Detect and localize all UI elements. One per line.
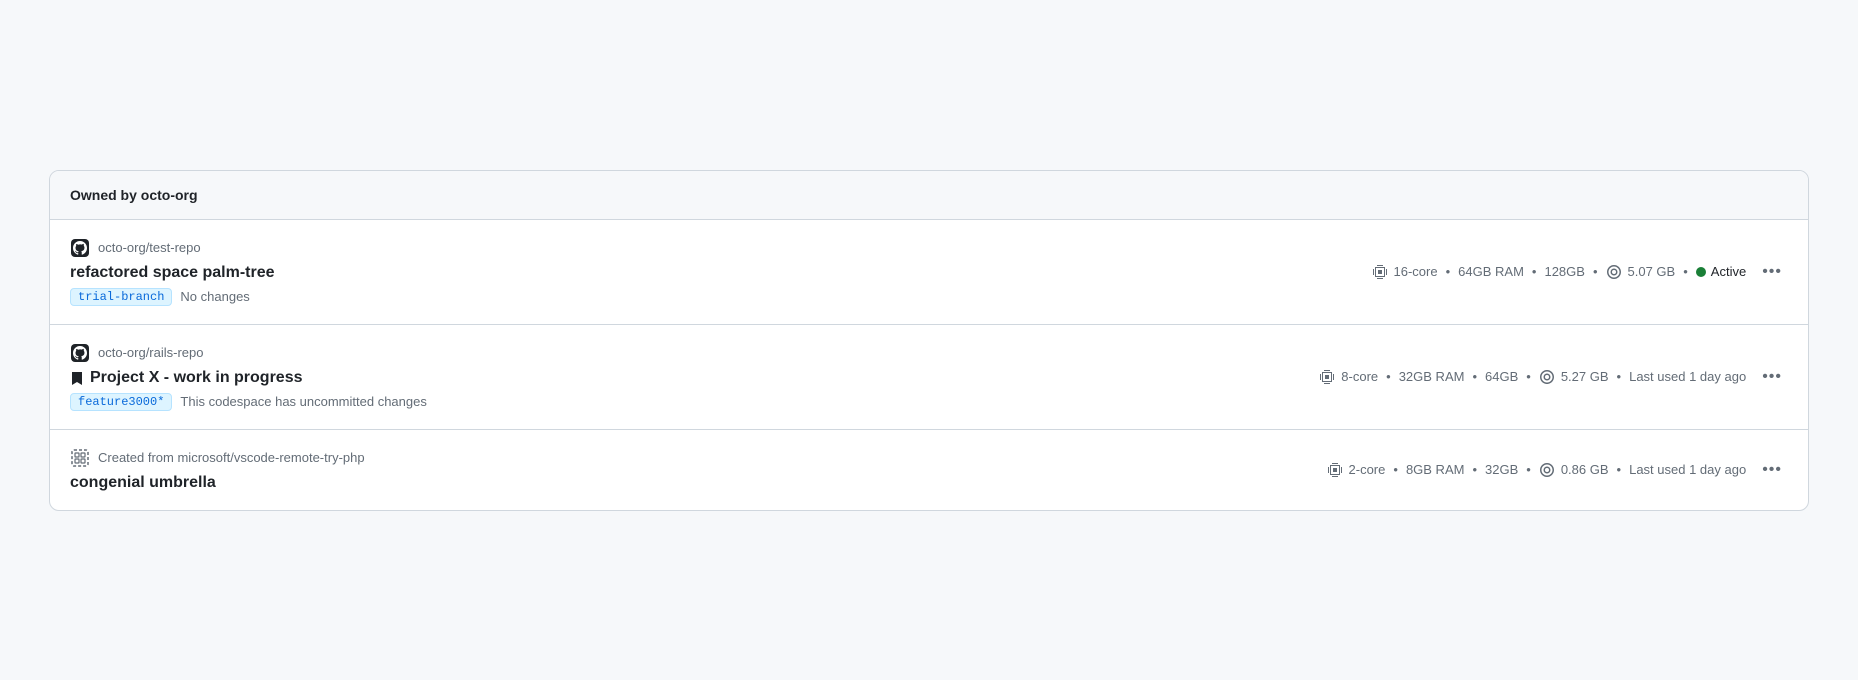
codespace-item-3: Created from microsoft/vscode-remote-try… (50, 430, 1808, 510)
status-dot-1 (1696, 267, 1706, 277)
branch-row-1: trial-branch No changes (70, 288, 1372, 306)
specs-2: 8-core • 32GB RAM • 64GB • 5.27 GB • Las… (1319, 369, 1746, 385)
disk-icon-3 (1539, 462, 1555, 478)
cpu-icon-3 (1327, 462, 1343, 478)
ram-value-3: 8GB RAM (1406, 462, 1465, 477)
repo-row-3: Created from microsoft/vscode-remote-try… (70, 448, 1327, 468)
branch-row-2: feature3000* This codespace has uncommit… (70, 393, 1319, 411)
codespaces-list: Owned by octo-org octo-org/test-repo ref… (49, 170, 1809, 511)
disk-value-3: 0.86 GB (1561, 462, 1609, 477)
last-used-3: Last used 1 day ago (1629, 462, 1746, 477)
bookmark-icon (70, 370, 84, 386)
item-right-1: 16-core • 64GB RAM • 128GB • 5.07 GB • A… (1372, 260, 1788, 284)
repo-row-2: octo-org/rails-repo (70, 343, 1319, 363)
cpu-value-3: 2-core (1349, 462, 1386, 477)
codespace-name-1: refactored space palm-tree (70, 264, 1372, 282)
item-left-1: octo-org/test-repo refactored space palm… (70, 238, 1372, 306)
branch-tag-1: trial-branch (70, 288, 172, 306)
status-label-1: Active (1711, 264, 1746, 279)
disk-icon-2 (1539, 369, 1555, 385)
item-left-2: octo-org/rails-repo Project X - work in … (70, 343, 1319, 411)
ram-value-2: 32GB RAM (1399, 369, 1465, 384)
item-right-2: 8-core • 32GB RAM • 64GB • 5.27 GB • Las… (1319, 365, 1788, 389)
codespace-name-2: Project X - work in progress (70, 369, 1319, 387)
branch-tag-2: feature3000* (70, 393, 172, 411)
storage-value-3: 32GB (1485, 462, 1518, 477)
github-icon (70, 238, 90, 258)
repo-path-3: Created from microsoft/vscode-remote-try… (98, 450, 365, 465)
more-button-1[interactable]: ••• (1756, 260, 1788, 284)
more-button-2[interactable]: ••• (1756, 365, 1788, 389)
template-icon (70, 448, 90, 468)
disk-icon-1 (1606, 264, 1622, 280)
last-used-2: Last used 1 day ago (1629, 369, 1746, 384)
codespace-item-2: octo-org/rails-repo Project X - work in … (50, 325, 1808, 430)
specs-1: 16-core • 64GB RAM • 128GB • 5.07 GB • A… (1372, 264, 1747, 280)
branch-note-2: This codespace has uncommitted changes (180, 394, 426, 409)
codespace-name-3: congenial umbrella (70, 474, 1327, 492)
status-active-1: Active (1696, 264, 1746, 279)
item-right-3: 2-core • 8GB RAM • 32GB • 0.86 GB • Last… (1327, 458, 1788, 482)
cpu-icon-2 (1319, 369, 1335, 385)
specs-3: 2-core • 8GB RAM • 32GB • 0.86 GB • Last… (1327, 462, 1747, 478)
more-button-3[interactable]: ••• (1756, 458, 1788, 482)
cpu-value-2: 8-core (1341, 369, 1378, 384)
codespace-item: octo-org/test-repo refactored space palm… (50, 220, 1808, 325)
repo-path-1: octo-org/test-repo (98, 240, 201, 255)
ram-value-1: 64GB RAM (1458, 264, 1524, 279)
cpu-icon-1 (1372, 264, 1388, 280)
github-icon-2 (70, 343, 90, 363)
repo-path-2: octo-org/rails-repo (98, 345, 204, 360)
repo-row-1: octo-org/test-repo (70, 238, 1372, 258)
section-header: Owned by octo-org (50, 171, 1808, 220)
disk-value-2: 5.27 GB (1561, 369, 1609, 384)
disk-value-1: 5.07 GB (1628, 264, 1676, 279)
item-left-3: Created from microsoft/vscode-remote-try… (70, 448, 1327, 492)
section-title: Owned by octo-org (70, 187, 198, 203)
cpu-value-1: 16-core (1394, 264, 1438, 279)
storage-value-1: 128GB (1544, 264, 1584, 279)
branch-note-1: No changes (180, 289, 249, 304)
storage-value-2: 64GB (1485, 369, 1518, 384)
